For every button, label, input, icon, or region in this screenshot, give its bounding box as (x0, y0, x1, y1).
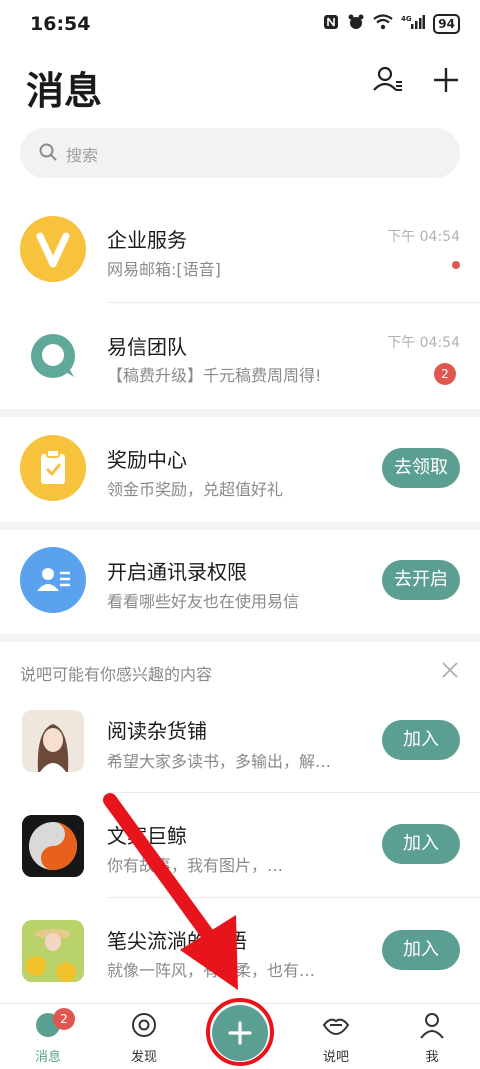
group-avatar (22, 710, 84, 772)
tab-me[interactable]: 我 (392, 1010, 472, 1065)
section-divider (0, 409, 480, 417)
enable-button[interactable]: 去开启 (382, 560, 460, 600)
join-button[interactable]: 加入 (382, 720, 460, 760)
close-icon (442, 662, 458, 678)
plus-icon (228, 1021, 252, 1045)
network-label: 4G (401, 15, 412, 23)
girl-illustration-icon (22, 710, 84, 772)
discover-compass-icon (132, 1013, 156, 1037)
group-subtitle: 希望大家多读书，多输出，解… (107, 752, 332, 771)
contacts-icon (373, 66, 402, 91)
avatar (20, 323, 86, 389)
unread-badge: 2 (434, 363, 456, 385)
group-subtitle: 你有故事，我有图片，… (107, 856, 284, 875)
promo-subtitle: 看看哪些好友也在使用易信 (107, 592, 300, 611)
claim-button[interactable]: 去领取 (382, 448, 460, 488)
tab-label: 消息 (34, 1050, 61, 1065)
group-title: 笔尖流淌的心语 (107, 929, 247, 953)
clipboard-check-icon (41, 449, 65, 484)
alarm-icon (347, 13, 365, 35)
join-button[interactable]: 加入 (382, 930, 460, 970)
person-icon (420, 1013, 444, 1039)
yixin-logo-icon (31, 334, 75, 378)
section-divider (0, 522, 480, 530)
conversation-title: 易信团队 (107, 335, 187, 359)
conversation-time: 下午 04:54 (387, 335, 460, 351)
tab-badge: 2 (53, 1008, 75, 1030)
contact-card-icon (37, 568, 70, 591)
group-item-pen-heart[interactable]: 笔尖流淌的心语 就像一阵风，有温柔，也有… 加入 (0, 898, 480, 1003)
conversation-time: 下午 04:54 (387, 229, 460, 245)
promo-item-contacts-permission[interactable]: 开启通讯录权限 看看哪些好友也在使用易信 去开启 (0, 530, 480, 634)
search-placeholder: 搜索 (66, 146, 99, 165)
tab-discover[interactable]: 发现 (104, 1010, 184, 1065)
status-icons: 4G 94 (323, 13, 460, 35)
status-time: 16:54 (30, 13, 91, 35)
tab-label: 发现 (130, 1050, 157, 1065)
add-button[interactable] (428, 62, 464, 98)
group-avatar (22, 920, 84, 982)
promo-title: 奖励中心 (107, 448, 187, 472)
page-title: 消息 (26, 68, 103, 113)
nfc-icon (323, 14, 339, 34)
group-item-copywriting[interactable]: 文案巨鲸 你有故事，我有图片，… 加入 (0, 793, 480, 898)
contacts-button[interactable] (370, 62, 406, 98)
yin-yang-icon (22, 815, 84, 877)
group-item-reading[interactable]: 阅读杂货铺 希望大家多读书，多输出，解… 加入 (0, 690, 480, 793)
group-subtitle: 就像一阵风，有温柔，也有… (107, 961, 316, 980)
conversation-preview: 网易邮箱:[语音] (107, 260, 221, 279)
join-button[interactable]: 加入 (382, 824, 460, 864)
close-button[interactable] (440, 660, 460, 680)
status-bar: 16:54 4G 94 (0, 0, 480, 50)
promo-subtitle: 领金币奖励，兑超值好礼 (107, 480, 284, 499)
battery-indicator: 94 (433, 14, 460, 34)
promo-title: 开启通讯录权限 (107, 560, 247, 584)
tab-messages[interactable]: 消息 (8, 1010, 88, 1065)
search-icon (38, 142, 58, 166)
avatar (20, 435, 86, 501)
group-avatar (22, 815, 84, 877)
tab-label: 我 (425, 1050, 439, 1065)
tab-shuoba[interactable]: 说吧 (296, 1010, 376, 1065)
avatar (20, 216, 86, 282)
plus-icon (434, 68, 458, 92)
conversation-preview: 【稿费升级】千元稿费周周得! (107, 366, 322, 385)
group-title: 文案巨鲸 (107, 824, 187, 848)
tab-label: 说吧 (322, 1050, 349, 1065)
section-divider (0, 634, 480, 642)
lips-icon (322, 1018, 350, 1036)
wifi-icon (373, 14, 393, 34)
conversation-item-yixin-team[interactable]: 易信团队 【稿费升级】千元稿费周周得! 下午 04:54 2 (0, 303, 480, 409)
sunflower-girl-icon (22, 920, 84, 982)
conversation-title: 企业服务 (107, 228, 187, 252)
group-title: 阅读杂货铺 (107, 719, 207, 743)
promo-item-reward-center[interactable]: 奖励中心 领金币奖励，兑超值好礼 去领取 (0, 417, 480, 522)
v-logo-icon (36, 232, 70, 268)
conversation-item-enterprise[interactable]: 企业服务 网易邮箱:[语音] 下午 04:54 (0, 196, 480, 303)
compose-fab-button[interactable] (212, 1005, 268, 1061)
signal-icon: 4G (401, 14, 426, 34)
unread-dot (452, 261, 460, 269)
avatar (20, 547, 86, 613)
recommend-heading: 说吧可能有你感兴趣的内容 (20, 665, 213, 684)
search-bar[interactable]: 搜索 (20, 128, 460, 178)
